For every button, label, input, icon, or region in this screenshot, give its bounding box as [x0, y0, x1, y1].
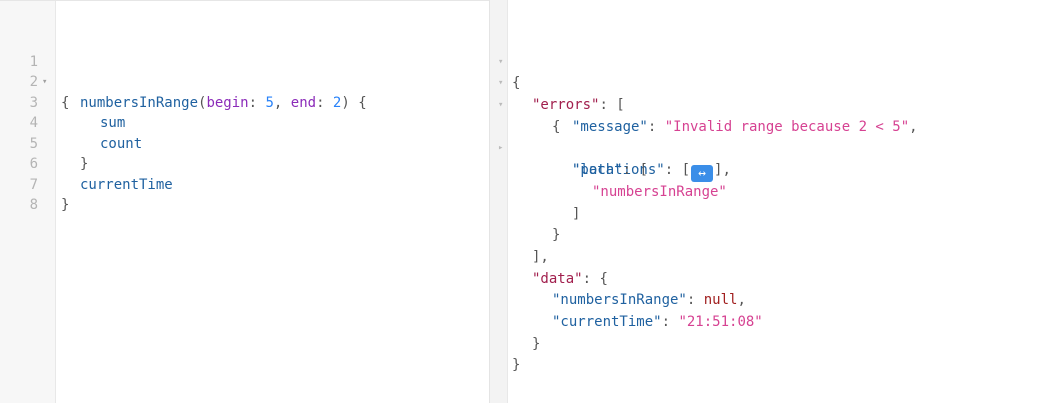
result-viewer[interactable]: ▾ { ▾ "errors": [ ▾ { "message": "Invali…	[498, 0, 1059, 403]
editor-line-6[interactable]: 6 currentTime	[0, 134, 489, 193]
editor-line-1[interactable]: 1 ▾ {	[0, 31, 489, 111]
result-line-9: }	[552, 227, 561, 244]
result-line-15: }	[512, 357, 521, 374]
line-number: 8	[29, 197, 38, 213]
result-line-4: "message": "Invalid range because 2 < 5"…	[572, 118, 918, 135]
fold-open-icon[interactable]: ▾	[498, 73, 503, 95]
editor-line-3[interactable]: 3 sum	[0, 72, 489, 132]
result-line-14: }	[532, 335, 541, 352]
result-line-2: ▾ "errors": [	[498, 52, 1059, 113]
editor-line-2[interactable]: 2 numbersInRange(begin: 5, end: 2) {	[0, 52, 489, 111]
editor-line-7[interactable]: 7 }	[0, 154, 489, 214]
editor-line-4[interactable]: 4 count	[0, 93, 489, 152]
query-editor[interactable]: 1 ▾ { 2 numbersInRange(begin: 5, end: 2)…	[0, 0, 489, 403]
editor-line-8[interactable]: 8	[0, 175, 489, 213]
result-line-1: ▾ {	[498, 30, 1059, 92]
result-line-11: "data": {	[532, 270, 608, 287]
result-line-5: ▸ "locations": [↔],	[498, 117, 1059, 183]
result-line-3: ▾ {	[498, 73, 1059, 135]
result-line-7: "numbersInRange"	[508, 160, 1059, 200]
result-line-10: ],	[532, 248, 549, 265]
result-line-13: "currentTime": "21:51:08"	[552, 313, 763, 330]
result-line-6: "path": [	[572, 162, 648, 179]
fold-closed-icon[interactable]: ▸	[498, 138, 503, 160]
close-brace: }	[61, 197, 70, 213]
result-json: ▾ { ▾ "errors": [ ▾ { "message": "Invali…	[498, 30, 1059, 374]
result-line-8: ]	[572, 205, 581, 222]
fold-open-icon[interactable]: ▾	[498, 52, 503, 74]
result-line-12: "numbersInRange": null,	[552, 292, 746, 309]
query-code[interactable]: 1 ▾ { 2 numbersInRange(begin: 5, end: 2)…	[0, 31, 489, 214]
fold-open-icon[interactable]: ▾	[498, 95, 503, 117]
editor-line-5[interactable]: 5 }	[0, 113, 489, 173]
